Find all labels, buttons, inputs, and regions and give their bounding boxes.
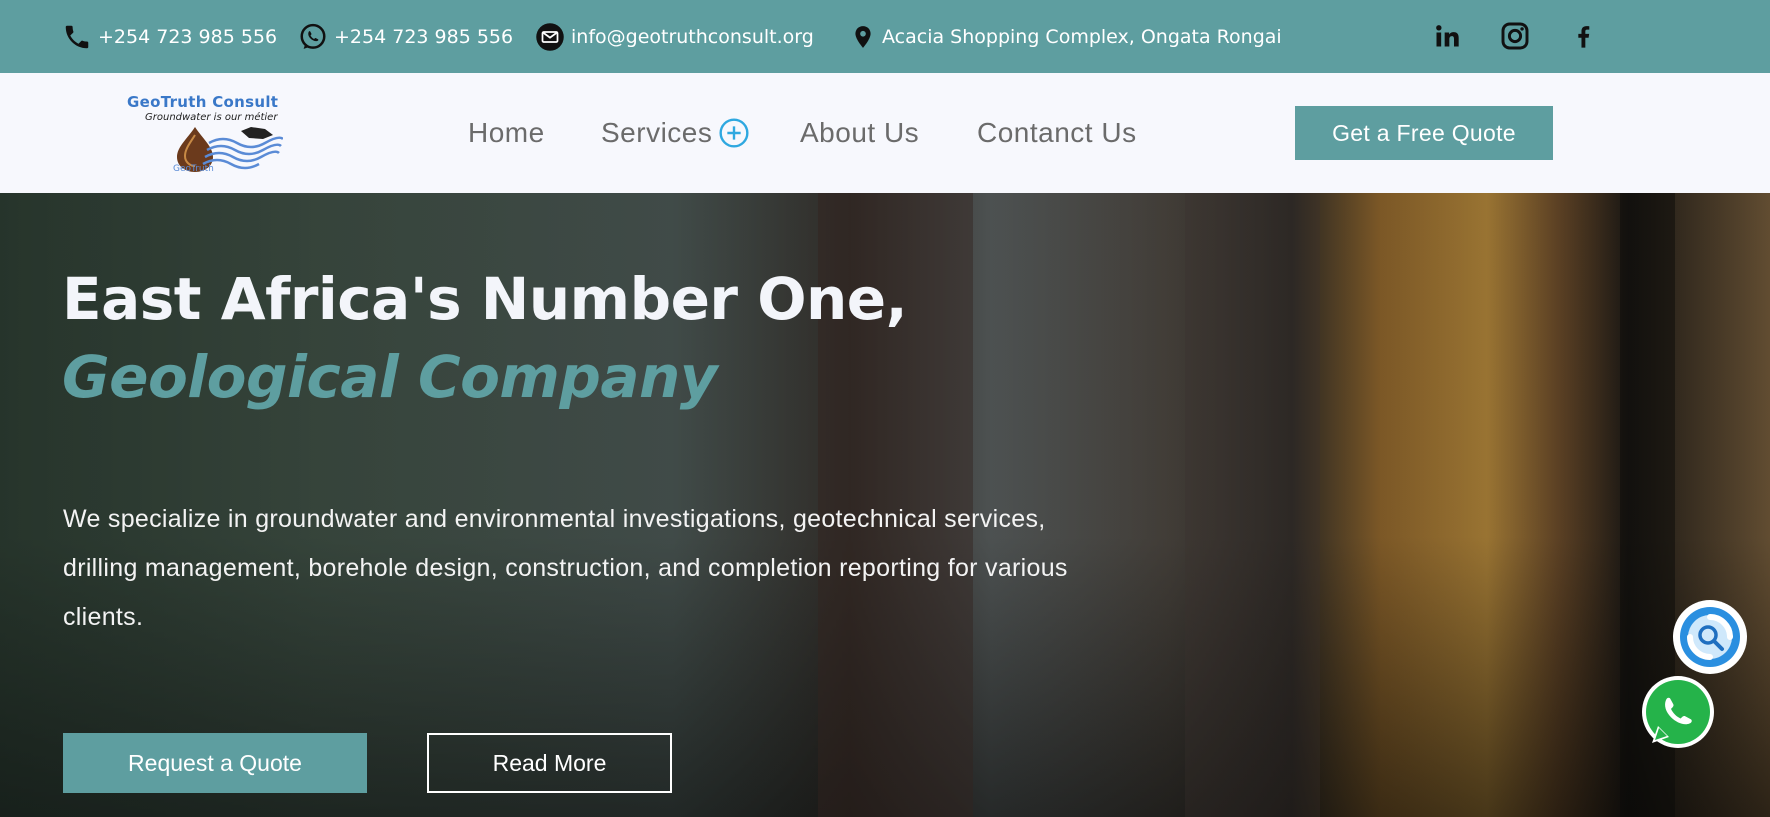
- facebook-icon: [1578, 26, 1590, 48]
- location-pin-icon: [855, 25, 871, 48]
- nav-about-label: About Us: [800, 117, 920, 148]
- address-text: Acacia Shopping Complex, Ongata Rongai: [882, 25, 1282, 48]
- phone-icon: [65, 25, 89, 48]
- nav-services[interactable]: Services: [601, 73, 750, 193]
- instagram-icon: [1501, 22, 1529, 50]
- hero-title: East Africa's Number One,: [62, 265, 908, 333]
- search-chat-widget[interactable]: [1673, 600, 1747, 674]
- nav-about[interactable]: About Us: [800, 73, 919, 193]
- logo-subtext: GeoTruth: [173, 164, 214, 174]
- whatsapp-contact[interactable]: +254 723 985 556: [298, 0, 513, 73]
- plus-circle-icon: [719, 118, 749, 148]
- hero-section: East Africa's Number One, Geological Com…: [0, 193, 1770, 817]
- mail-icon: [536, 22, 564, 51]
- hero-bg-post: [1185, 193, 1320, 817]
- hero-subtitle: Geological Company: [62, 343, 718, 411]
- instagram-link[interactable]: [1497, 18, 1533, 54]
- logo-tagline: Groundwater is our métier: [145, 112, 278, 123]
- nav-services-label: Services: [601, 117, 713, 148]
- logo-title: GeoTruth Consult: [127, 93, 279, 111]
- nav-home-label: Home: [468, 117, 545, 148]
- address-contact[interactable]: Acacia Shopping Complex, Ongata Rongai: [850, 0, 1282, 73]
- email-address: info@geotruthconsult.org: [571, 25, 814, 48]
- read-more-button[interactable]: Read More: [427, 733, 672, 793]
- whatsapp-number: +254 723 985 556: [334, 25, 514, 48]
- email-contact[interactable]: info@geotruthconsult.org: [535, 0, 814, 73]
- whatsapp-float-button[interactable]: [1638, 673, 1718, 753]
- get-free-quote-button[interactable]: Get a Free Quote: [1295, 106, 1553, 160]
- linkedin-link[interactable]: [1429, 18, 1465, 54]
- nav-contact-label: Contanct Us: [977, 117, 1137, 148]
- site-logo[interactable]: GeoTruth Consult Groundwater is our méti…: [125, 93, 305, 177]
- nav-contact[interactable]: Contanct Us: [977, 73, 1137, 193]
- phone-number: +254 723 985 556: [98, 25, 278, 48]
- nav-home[interactable]: Home: [468, 73, 545, 193]
- top-contact-bar: +254 723 985 556 +254 723 985 556 info@g…: [0, 0, 1770, 73]
- main-navbar: GeoTruth Consult Groundwater is our méti…: [0, 73, 1770, 193]
- hero-description: We specialize in groundwater and environ…: [63, 505, 1068, 631]
- facebook-link[interactable]: [1565, 18, 1601, 54]
- search-chat-icon: [1680, 607, 1740, 667]
- request-quote-button[interactable]: Request a Quote: [63, 733, 367, 793]
- linkedin-icon: [1436, 25, 1459, 47]
- phone-contact[interactable]: +254 723 985 556: [62, 0, 277, 73]
- whatsapp-icon: [1642, 676, 1714, 748]
- whatsapp-icon: [300, 23, 326, 49]
